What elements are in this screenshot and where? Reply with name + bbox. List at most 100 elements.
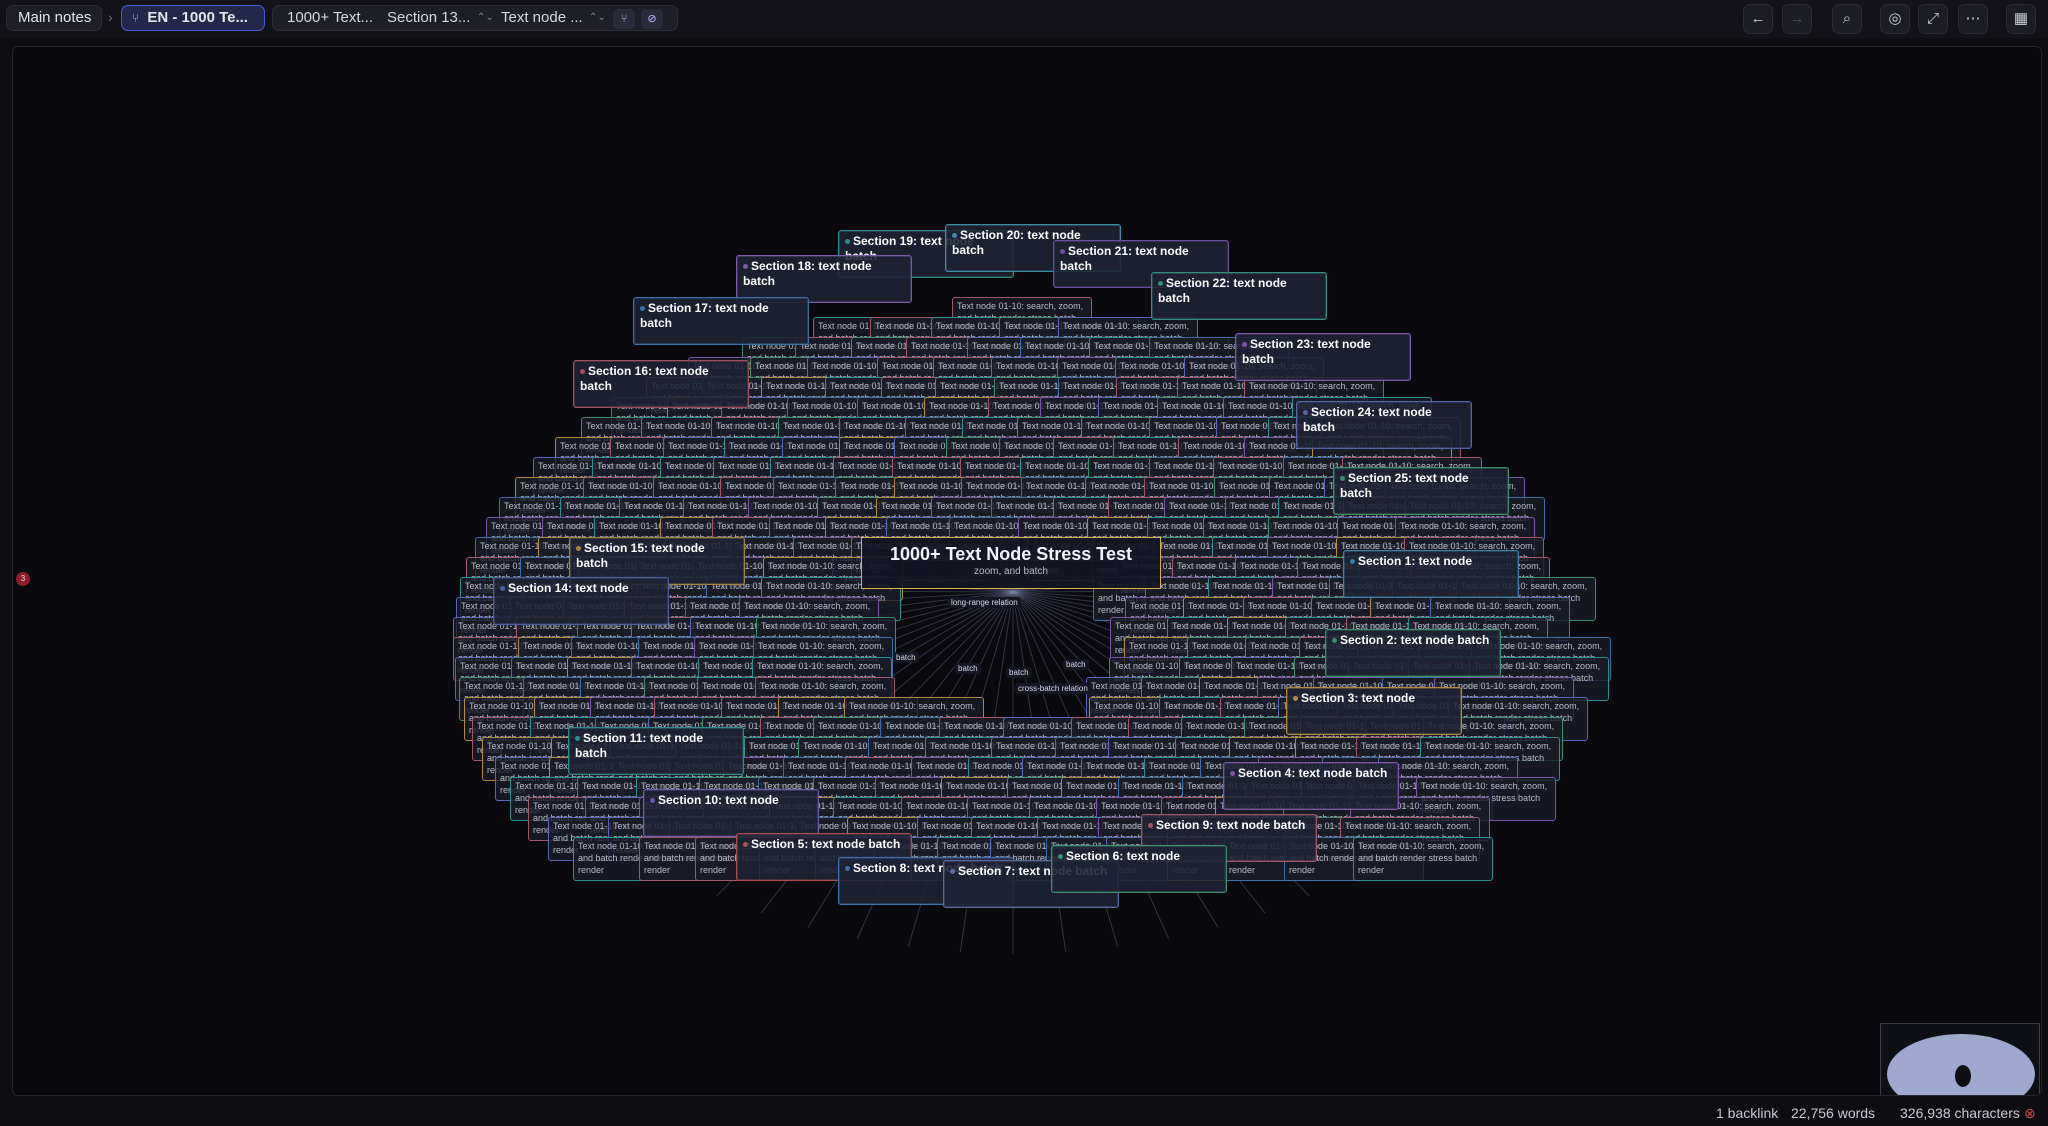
section-node[interactable]: Section 17: text node batch bbox=[633, 297, 809, 345]
breadcrumb-active-label: EN - 1000 Te... bbox=[147, 9, 248, 26]
section-label: Section 24: text node batch bbox=[1303, 405, 1432, 434]
fullscreen-button[interactable]: ⤢ bbox=[1918, 4, 1948, 34]
layout-icon: ▦ bbox=[2013, 10, 2029, 27]
section-dot-icon bbox=[580, 369, 585, 375]
sync-error-icon[interactable]: ⊗ bbox=[2024, 1100, 2036, 1126]
section-node[interactable]: Section 11: text node batch bbox=[568, 727, 744, 775]
branch-toggle-icon[interactable]: ⑂ bbox=[613, 9, 635, 29]
section-label: Section 14: text node bbox=[508, 581, 629, 595]
section-dot-icon bbox=[743, 264, 748, 270]
section-node[interactable]: Section 25: text node batch bbox=[1333, 467, 1509, 515]
text-node-card[interactable]: Text node 01-10: search, zoom, and batch… bbox=[1353, 837, 1493, 881]
edge-label: batch bbox=[955, 663, 981, 674]
section-dot-icon bbox=[1230, 771, 1235, 777]
breadcrumb-root-label: Main notes bbox=[18, 9, 92, 26]
crumb-segment-3[interactable]: Text node ... bbox=[501, 6, 583, 30]
section-dot-icon bbox=[1058, 854, 1063, 860]
section-node[interactable]: Section 1: text node bbox=[1343, 550, 1519, 598]
forward-icon: → bbox=[1789, 10, 1805, 27]
section-dot-icon bbox=[1332, 638, 1337, 644]
section-dot-icon bbox=[1340, 476, 1345, 482]
section-dot-icon bbox=[845, 239, 850, 245]
section-dot-icon bbox=[1158, 281, 1163, 287]
section-label: Section 5: text node batch bbox=[751, 837, 901, 851]
section-node[interactable]: Section 2: text node batch bbox=[1325, 629, 1501, 677]
focus-button[interactable]: ◎ bbox=[1880, 4, 1910, 34]
top-bar: Main notes › ⑂ EN - 1000 Te... 1000+ Tex… bbox=[0, 0, 2048, 38]
section-node[interactable]: Section 14: text node bbox=[493, 577, 669, 625]
word-count: 22,756 words bbox=[1791, 1105, 1876, 1121]
edge-label: batch bbox=[1006, 667, 1032, 678]
section-label: Section 25: text node batch bbox=[1340, 471, 1469, 500]
forward-button[interactable]: → bbox=[1782, 4, 1812, 34]
section-label: Section 11: text node batch bbox=[575, 731, 704, 760]
edge-label: batch bbox=[1063, 659, 1089, 670]
backlinks-count[interactable]: 1 backlink bbox=[1716, 1100, 1778, 1126]
section-node[interactable]: Section 3: text node bbox=[1286, 687, 1462, 735]
section-dot-icon bbox=[952, 233, 957, 239]
crumb-segment-1[interactable]: 1000+ Text... bbox=[287, 6, 373, 30]
search-button[interactable]: ⌕ bbox=[1832, 4, 1862, 34]
section-dot-icon bbox=[1148, 823, 1153, 829]
more-icon: ⋯ bbox=[1965, 10, 1981, 27]
edge-label: cross-batch relation bbox=[1015, 683, 1091, 694]
section-dot-icon bbox=[576, 546, 581, 552]
section-dot-icon bbox=[1242, 342, 1247, 348]
section-node[interactable]: Section 18: text node batch bbox=[736, 255, 912, 303]
root-title-node[interactable]: 1000+ Text Node Stress Test zoom, and ba… bbox=[861, 537, 1161, 589]
target-icon: ◎ bbox=[1888, 10, 1902, 27]
section-dot-icon bbox=[1303, 410, 1308, 416]
section-label: Section 6: text node bbox=[1066, 849, 1181, 863]
section-dot-icon bbox=[1350, 559, 1355, 565]
branch-icon: ⑂ bbox=[132, 11, 140, 25]
back-button[interactable]: ← bbox=[1743, 4, 1773, 34]
section-dot-icon bbox=[950, 869, 955, 875]
section-label: Section 9: text node batch bbox=[1156, 818, 1306, 832]
section-label: Section 4: text node batch bbox=[1238, 766, 1388, 780]
fullscreen-icon: ⤢ bbox=[1926, 10, 1939, 27]
root-title-sub: zoom, and batch bbox=[974, 566, 1048, 577]
section-label: Section 23: text node batch bbox=[1242, 337, 1371, 366]
root-title-label: 1000+ Text Node Stress Test bbox=[890, 544, 1132, 564]
back-icon: ← bbox=[1750, 10, 1766, 27]
section-dot-icon bbox=[1060, 249, 1065, 255]
breadcrumb-separator-icon: › bbox=[108, 9, 113, 25]
character-count: 326,938 characters bbox=[1900, 1105, 2020, 1121]
section-dot-icon bbox=[1293, 696, 1298, 702]
section-label: Section 3: text node bbox=[1301, 691, 1416, 705]
minimap-graph bbox=[1887, 1034, 2035, 1095]
section-node[interactable]: Section 16: text node batch bbox=[573, 360, 749, 408]
section-dot-icon bbox=[743, 842, 748, 848]
section-node[interactable]: Section 22: text node batch bbox=[1151, 272, 1327, 320]
section-label: Section 1: text node bbox=[1358, 554, 1473, 568]
section-label: Section 18: text node batch bbox=[743, 259, 872, 288]
section-label: Section 17: text node batch bbox=[640, 301, 769, 330]
edge-label: batch bbox=[893, 652, 919, 663]
section-dot-icon bbox=[575, 736, 580, 742]
search-icon: ⌕ bbox=[1842, 10, 1852, 27]
section-label: Section 21: text node batch bbox=[1060, 244, 1189, 273]
more-button[interactable]: ⋯ bbox=[1958, 4, 1988, 34]
side-badge[interactable]: 3 bbox=[16, 572, 30, 586]
section-label: Section 2: text node batch bbox=[1340, 633, 1490, 647]
section-node[interactable]: Section 4: text node batch bbox=[1223, 762, 1399, 810]
breadcrumb-root[interactable]: Main notes bbox=[6, 5, 102, 31]
section-dot-icon bbox=[500, 586, 505, 592]
section-node[interactable]: Section 6: text node bbox=[1051, 845, 1227, 893]
section-node[interactable]: Section 23: text node batch bbox=[1235, 333, 1411, 381]
section-node[interactable]: Section 24: text node batch bbox=[1296, 401, 1472, 449]
section-label: Section 16: text node batch bbox=[580, 364, 709, 393]
edge-label: long-range relation bbox=[948, 597, 1021, 608]
updown-icon[interactable]: ⌃⌄ bbox=[477, 6, 494, 30]
section-node[interactable]: Section 10: text node bbox=[643, 789, 819, 837]
hide-icon[interactable]: ⊘ bbox=[641, 9, 663, 29]
updown-icon[interactable]: ⌃⌄ bbox=[589, 6, 606, 30]
crumb-segment-2[interactable]: Section 13... bbox=[387, 6, 470, 30]
status-bar: 1 backlink 22,756 words 326,938 characte… bbox=[0, 1100, 2048, 1126]
section-label: Section 15: text node batch bbox=[576, 541, 705, 570]
crumb-selector-group: 1000+ Text... Section 13... ⌃⌄ Text node… bbox=[272, 5, 678, 31]
graph-canvas[interactable]: Text node 01-10: search, zoom, and batch… bbox=[12, 46, 2042, 1096]
minimap[interactable] bbox=[1880, 1023, 2040, 1095]
layout-button[interactable]: ▦ bbox=[2006, 4, 2036, 34]
breadcrumb-active[interactable]: ⑂ EN - 1000 Te... bbox=[121, 5, 265, 31]
